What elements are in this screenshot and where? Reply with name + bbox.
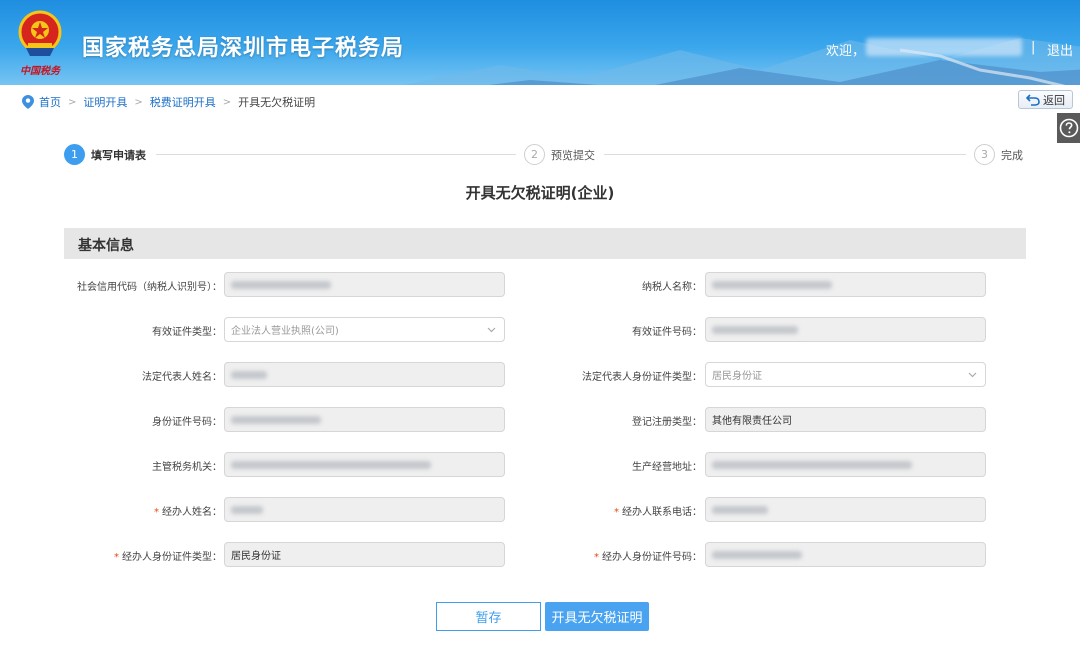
label-cert-type: 有效证件类型： — [152, 327, 222, 338]
legal-rep-name-field[interactable] — [224, 362, 505, 387]
credit-code-field[interactable] — [224, 272, 505, 297]
breadcrumb: 首页 > 证明开具 > 税费证明开具 > 开具无欠税证明 — [22, 94, 315, 110]
section-header: 基本信息 — [64, 228, 1026, 259]
label-handler-id-type: * 经办人身份证件类型： — [114, 552, 222, 563]
location-pin-icon — [22, 95, 34, 109]
site-title: 国家税务总局深圳市电子税务局 — [82, 36, 405, 61]
welcome-text: 欢迎， — [826, 44, 866, 59]
breadcrumb-current: 开具无欠税证明 — [238, 96, 316, 109]
label-taxpayer-name: 纳税人名称： — [642, 282, 702, 293]
chevron-down-icon — [968, 372, 977, 378]
step-1: 1 填写申请表 — [64, 144, 146, 165]
label-handler-phone: * 经办人联系电话： — [614, 507, 702, 518]
step-3-number: 3 — [974, 144, 995, 165]
step-3-label: 完成 — [1001, 148, 1023, 162]
step-3: 3 完成 — [974, 144, 1023, 165]
id-number-field[interactable] — [224, 407, 505, 432]
business-address-field[interactable] — [705, 452, 986, 477]
help-button[interactable] — [1057, 113, 1080, 143]
label-legal-rep-id-type: 法定代表人身份证件类型： — [582, 372, 702, 383]
progress-steps: 1 填写申请表 2 预览提交 3 完成 — [64, 144, 1024, 166]
label-handler-name: * 经办人姓名： — [154, 507, 222, 518]
back-button-label: 返回 — [1043, 93, 1065, 107]
issue-certificate-button[interactable]: 开具无欠税证明 — [545, 602, 649, 631]
header-separator: | — [1031, 40, 1036, 55]
breadcrumb-arrow-icon: > — [222, 96, 232, 108]
label-registration-type: 登记注册类型： — [632, 417, 702, 428]
step-connector — [604, 154, 966, 155]
page-title: 开具无欠税证明(企业) — [465, 184, 615, 202]
label-id-number: 身份证件号码： — [152, 417, 222, 428]
step-2-label: 预览提交 — [551, 148, 595, 162]
breadcrumb-arrow-icon: > — [68, 96, 77, 108]
national-emblem-icon — [18, 10, 62, 56]
tax-authority-field[interactable] — [224, 452, 505, 477]
handler-name-field[interactable] — [224, 497, 505, 522]
label-handler-id-number: * 经办人身份证件号码： — [594, 552, 702, 563]
breadcrumb-home[interactable]: 首页 — [39, 94, 61, 110]
site-header: 中国税务 国家税务总局深圳市电子税务局 欢迎， | 退出 — [0, 0, 1080, 85]
registration-type-field[interactable]: 其他有限责任公司 — [705, 407, 986, 432]
cert-type-select[interactable]: 企业法人营业执照(公司) — [224, 317, 505, 342]
tax-slogan-logo: 中国税务 — [20, 66, 60, 77]
back-button[interactable]: 返回 — [1018, 90, 1073, 109]
legal-rep-id-type-select[interactable]: 居民身份证 — [705, 362, 986, 387]
section-title: 基本信息 — [78, 238, 134, 254]
chevron-down-icon — [487, 327, 496, 333]
question-mark-icon — [1059, 118, 1078, 138]
handler-phone-field[interactable] — [705, 497, 986, 522]
step-1-number: 1 — [64, 144, 85, 165]
step-2-number: 2 — [524, 144, 545, 165]
return-arrow-icon — [1026, 93, 1040, 106]
taxpayer-name-field[interactable] — [705, 272, 986, 297]
username-blurred — [866, 38, 1022, 56]
handler-id-type-field[interactable]: 居民身份证 — [224, 542, 505, 567]
label-tax-authority: 主管税务机关： — [152, 462, 222, 473]
breadcrumb-item-tax-certificate[interactable]: 税费证明开具 — [150, 94, 216, 110]
label-cert-number: 有效证件号码： — [632, 327, 702, 338]
handler-id-number-field[interactable] — [705, 542, 986, 567]
breadcrumb-arrow-icon: > — [134, 96, 143, 108]
step-1-label: 填写申请表 — [91, 148, 146, 162]
save-draft-button[interactable]: 暂存 — [436, 602, 541, 631]
label-business-address: 生产经营地址： — [632, 462, 702, 473]
breadcrumb-item-certificate[interactable]: 证明开具 — [83, 94, 127, 110]
logout-link[interactable]: 退出 — [1047, 40, 1073, 59]
cert-number-field[interactable] — [705, 317, 986, 342]
step-connector — [156, 154, 516, 155]
label-credit-code: 社会信用代码（纳税人识别号）： — [77, 282, 222, 293]
label-legal-rep-name: 法定代表人姓名： — [142, 372, 222, 383]
step-2: 2 预览提交 — [524, 144, 595, 165]
